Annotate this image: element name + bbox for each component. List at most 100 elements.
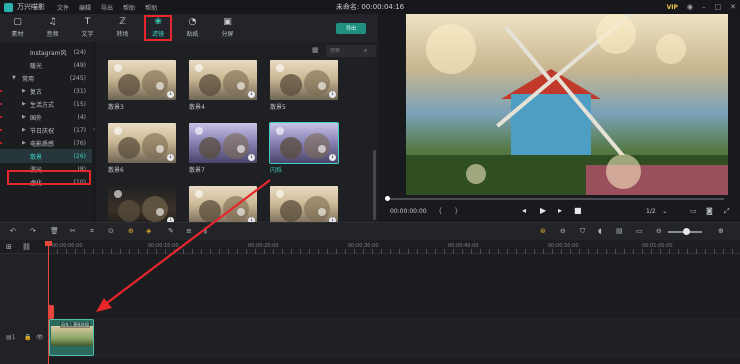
chevron-down-icon[interactable]: ⌄ bbox=[662, 207, 668, 215]
filter-thumbnail[interactable]: ↓ 散景6 bbox=[108, 123, 176, 178]
render-icon[interactable]: ⊛ bbox=[540, 227, 546, 235]
thumbnail-shape bbox=[118, 74, 140, 96]
menu-file[interactable]: 文件 bbox=[57, 3, 69, 12]
expand-caret-icon[interactable]: ▶ bbox=[22, 114, 26, 120]
track-manager-icon[interactable]: ▭ bbox=[636, 227, 643, 235]
filter-thumbnail[interactable]: ↓ 散景7 bbox=[189, 123, 257, 178]
category-name: 电影质感 bbox=[30, 140, 55, 148]
video-track-1[interactable] bbox=[48, 318, 740, 358]
category-item[interactable]: 散景 (26) bbox=[0, 149, 92, 163]
bokeh-dot bbox=[114, 127, 122, 135]
menu-help-2[interactable]: 帮助 bbox=[145, 3, 157, 12]
category-item[interactable]: ▼ 常用 (245) bbox=[0, 71, 92, 85]
grid-view-icon[interactable]: ▦ bbox=[312, 46, 319, 54]
tab-sticker[interactable]: ◔ 贴纸 bbox=[175, 14, 210, 42]
expand-caret-icon[interactable]: ▶ bbox=[22, 88, 26, 94]
prev-frame-icon[interactable]: ◂ bbox=[522, 206, 526, 215]
mark-in-icon[interactable]: { bbox=[438, 207, 442, 215]
zoom-in-icon[interactable]: ⊕ bbox=[718, 227, 724, 235]
category-item[interactable]: ▶ 生活方式 (15) bbox=[0, 97, 92, 111]
fullscreen-icon[interactable]: ⤢ bbox=[724, 207, 730, 216]
category-item[interactable]: ▶ 复古 (31) bbox=[0, 84, 92, 98]
download-icon[interactable]: ↓ bbox=[329, 154, 336, 161]
download-icon[interactable]: ↓ bbox=[329, 91, 336, 98]
tab-split-screen[interactable]: ▣ 分屏 bbox=[210, 14, 245, 42]
export-button[interactable]: 导出 bbox=[336, 23, 366, 34]
playhead-handle[interactable] bbox=[45, 241, 52, 246]
thumbnail-shape bbox=[199, 74, 221, 96]
menu-help[interactable]: 帮助 bbox=[123, 3, 135, 12]
timeline-ruler[interactable]: ⊞ ⛓ 00:00:00:00 00:00:10:00 00:00:20:00 … bbox=[0, 240, 740, 254]
tab-audio[interactable]: ♫ 音频 bbox=[35, 14, 70, 42]
vip-badge[interactable]: VIP bbox=[667, 4, 678, 11]
mic-icon[interactable]: ◖ bbox=[598, 227, 602, 235]
download-icon[interactable]: ↓ bbox=[167, 91, 174, 98]
play-icon[interactable]: ▶ bbox=[540, 206, 546, 215]
speed-icon[interactable]: ⊙ bbox=[108, 227, 114, 235]
lock-icon[interactable]: 🔒 bbox=[24, 334, 31, 341]
category-item[interactable]: Instagram风 (24) bbox=[0, 45, 92, 59]
shield-icon[interactable]: ⛉ bbox=[580, 227, 585, 236]
account-icon[interactable]: ◉ bbox=[687, 3, 693, 11]
download-icon[interactable]: ↓ bbox=[248, 91, 255, 98]
link-icon[interactable]: ⛓ bbox=[22, 243, 31, 251]
search-icon[interactable]: ⌕ bbox=[364, 47, 367, 55]
minimize-icon[interactable]: – bbox=[702, 3, 706, 11]
category-item[interactable]: ▶ 电影质感 (76) bbox=[0, 136, 92, 150]
search-input[interactable] bbox=[326, 48, 364, 54]
undo-icon[interactable]: ↶ bbox=[10, 227, 16, 235]
monitor-icon[interactable]: ▭ bbox=[690, 207, 697, 215]
expand-caret-icon[interactable]: ▶ bbox=[22, 127, 26, 133]
zoom-slider-knob[interactable] bbox=[683, 228, 690, 235]
mark-out-icon[interactable]: } bbox=[454, 207, 458, 215]
playback-progress-track[interactable] bbox=[386, 198, 724, 200]
redo-icon[interactable]: ↷ bbox=[30, 227, 36, 235]
expand-caret-icon[interactable]: ▶ bbox=[22, 101, 26, 107]
timeline-clip[interactable]: 风车 | 漂亮花园 bbox=[49, 319, 94, 356]
playback-progress-knob[interactable] bbox=[385, 196, 390, 201]
expand-caret-icon[interactable]: ▶ bbox=[22, 140, 26, 146]
tab-media[interactable]: ▢ 素材 bbox=[0, 14, 35, 42]
video-preview[interactable] bbox=[406, 14, 728, 195]
ai-tool-icon[interactable]: ⊕ bbox=[128, 227, 134, 235]
category-item[interactable]: 暖光 (49) bbox=[0, 58, 92, 72]
menu-export[interactable]: 导出 bbox=[101, 3, 113, 12]
filter-thumbnail[interactable]: ↓ 散景4 bbox=[189, 60, 257, 115]
menu-edit[interactable]: 编辑 bbox=[79, 3, 91, 12]
download-icon[interactable]: ↓ bbox=[248, 154, 255, 161]
filter-thumbnail[interactable]: ↓ 散景3 bbox=[108, 60, 176, 115]
zoom-out-icon[interactable]: ⊖ bbox=[656, 227, 662, 235]
color-icon[interactable]: ✎ bbox=[168, 227, 174, 235]
split-icon[interactable]: ⫼ bbox=[204, 227, 207, 236]
tab-filter[interactable]: ❀ 滤镜 bbox=[144, 15, 172, 41]
delete-icon[interactable]: 🗑 bbox=[50, 227, 59, 235]
download-icon[interactable]: ↓ bbox=[167, 154, 174, 161]
preview-ratio[interactable]: 1/2 bbox=[646, 208, 656, 215]
category-item[interactable]: ▶ 节日庆祝 (17) bbox=[0, 123, 92, 137]
eye-icon[interactable]: 👁 bbox=[36, 334, 44, 341]
stop-icon[interactable]: ■ bbox=[574, 206, 582, 215]
filter-thumbnail[interactable]: ↓ 散景5 bbox=[270, 60, 338, 115]
marker-icon[interactable]: ⊖ bbox=[560, 227, 566, 235]
tab-transition[interactable]: ℤ 转场 bbox=[105, 14, 140, 42]
close-icon[interactable]: ✕ bbox=[730, 3, 736, 11]
filter-thumbnail[interactable]: ↓ 闪烁 bbox=[269, 122, 339, 178]
tab-text[interactable]: T 文字 bbox=[70, 14, 105, 42]
thumbnail-image: ↓ bbox=[108, 186, 176, 226]
text-track-icon[interactable]: ▤ bbox=[616, 227, 623, 235]
collapse-caret-icon[interactable]: ▼ bbox=[12, 75, 16, 81]
audio-mix-icon[interactable]: ≡ bbox=[186, 227, 192, 235]
timeline-playhead[interactable] bbox=[48, 242, 49, 364]
maximize-icon[interactable]: □ bbox=[715, 3, 722, 11]
cut-icon[interactable]: ✂ bbox=[70, 227, 76, 235]
keyframe-icon[interactable]: ◈ bbox=[146, 227, 151, 235]
snapshot-icon[interactable]: ◙ bbox=[706, 207, 713, 215]
thumbnail-scrollbar[interactable] bbox=[373, 150, 376, 220]
next-frame-icon[interactable]: ▸ bbox=[558, 206, 562, 215]
crop-icon[interactable]: ⌗ bbox=[90, 227, 94, 236]
thumbnail-shape bbox=[118, 137, 140, 159]
add-track-icon[interactable]: ⊞ bbox=[6, 243, 12, 251]
bokeh-dot bbox=[195, 190, 203, 198]
category-item[interactable]: ▶ 国外 (4) bbox=[0, 110, 92, 124]
category-name: 生活方式 bbox=[30, 101, 55, 109]
